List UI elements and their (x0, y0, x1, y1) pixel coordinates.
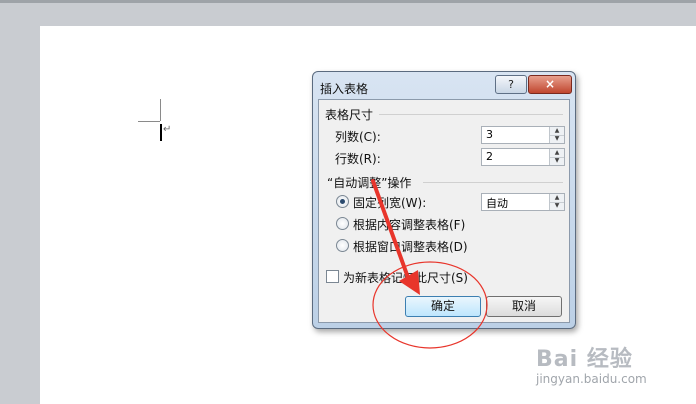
annotation-arrow-shaft (371, 179, 412, 285)
highlight-ellipse (372, 261, 488, 349)
arrow-head-icon (399, 270, 420, 295)
watermark-url: jingyan.baidu.com (536, 372, 647, 386)
watermark-logo: Bai 经验 (536, 347, 633, 372)
